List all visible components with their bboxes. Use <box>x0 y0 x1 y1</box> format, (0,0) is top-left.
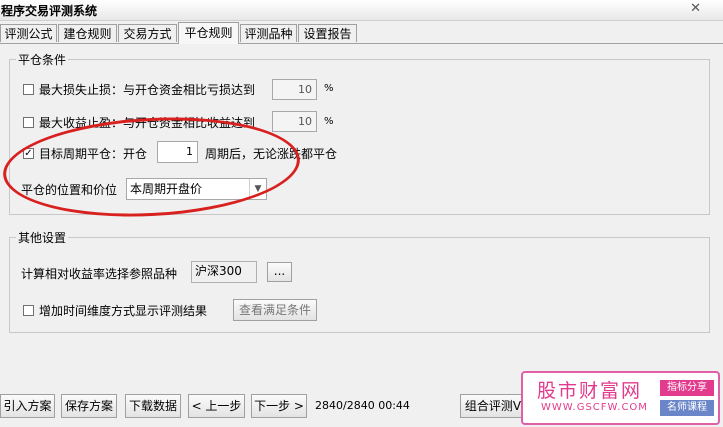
chevron-down-icon[interactable]: ▼ <box>249 179 266 199</box>
view-conditions-button[interactable]: 查看满足条件 <box>233 299 317 321</box>
tab-open-rules[interactable]: 建仓规则 <box>58 24 117 42</box>
max-loss-checkbox[interactable] <box>23 84 34 95</box>
tab-trade-mode[interactable]: 交易方式 <box>118 24 177 42</box>
other-settings-title: 其他设置 <box>16 229 69 246</box>
close-icon[interactable]: ✕ <box>690 1 701 16</box>
benchmark-label: 计算相对收益率选择参照品种 <box>21 267 178 281</box>
max-loss-unit: % <box>324 83 334 94</box>
max-profit-label: 最大收益止盈：与开仓资金相比收益达到 <box>39 116 256 130</box>
time-dimension-label: 增加时间维度方式显示评测结果 <box>39 304 208 318</box>
max-loss-input[interactable]: 10 <box>272 79 317 100</box>
position-price-value: 本周期开盘价 <box>130 182 203 196</box>
target-period-checkbox[interactable]: ✓ <box>23 148 34 159</box>
combo-evaluation-button[interactable]: 组合评测V <box>460 394 526 418</box>
tab-strip: 评测公式 建仓规则 交易方式 平仓规则 评测品种 设置报告 <box>0 22 723 44</box>
max-profit-input[interactable]: 10 <box>272 111 317 132</box>
window-title: 程序交易评测系统 <box>1 4 98 18</box>
target-period-label: 目标周期平仓：开仓 <box>39 147 148 161</box>
tab-report-settings[interactable]: 设置报告 <box>298 24 357 42</box>
progress-status: 2840/2840 00:44 <box>315 399 410 412</box>
max-loss-label: 最大损失止损：与开仓资金相比亏损达到 <box>39 83 256 97</box>
watermark-site: WWW.GSCFW.COM <box>541 402 648 413</box>
tab-close-rules[interactable]: 平仓规则 <box>178 22 239 44</box>
browse-benchmark-button[interactable]: ... <box>267 262 292 282</box>
target-period-input[interactable]: 1 <box>157 141 198 163</box>
max-profit-unit: % <box>324 116 334 127</box>
save-scheme-button[interactable]: 保存方案 <box>61 394 117 418</box>
watermark-logo: 股市财富网 WWW.GSCFW.COM 指标分享 名师课程 <box>521 371 720 425</box>
tab-formula[interactable]: 评测公式 <box>0 24 57 42</box>
import-scheme-button[interactable]: 引入方案 <box>0 394 55 418</box>
tab-divider <box>0 43 723 44</box>
target-period-suffix: 周期后，无论涨跌都平仓 <box>205 147 338 161</box>
tab-instruments[interactable]: 评测品种 <box>240 24 297 42</box>
download-data-button[interactable]: 下载数据 <box>125 394 181 418</box>
next-step-button[interactable]: 下一步 > <box>251 394 307 418</box>
benchmark-field[interactable]: 沪深300 <box>191 261 257 283</box>
close-conditions-title: 平仓条件 <box>16 51 69 68</box>
watermark-brand: 股市财富网 <box>537 380 643 402</box>
watermark-tag-indicators: 指标分享 <box>660 380 714 396</box>
watermark-tag-courses: 名师课程 <box>660 400 714 416</box>
position-price-label: 平仓的位置和价位 <box>21 183 118 197</box>
prev-step-button[interactable]: < 上一步 <box>188 394 245 418</box>
title-bar: 程序交易评测系统 ✕ <box>0 0 723 21</box>
position-price-select[interactable]: 本周期开盘价 ▼ <box>126 178 267 200</box>
max-profit-checkbox[interactable] <box>23 117 34 128</box>
time-dimension-checkbox[interactable] <box>23 305 34 316</box>
